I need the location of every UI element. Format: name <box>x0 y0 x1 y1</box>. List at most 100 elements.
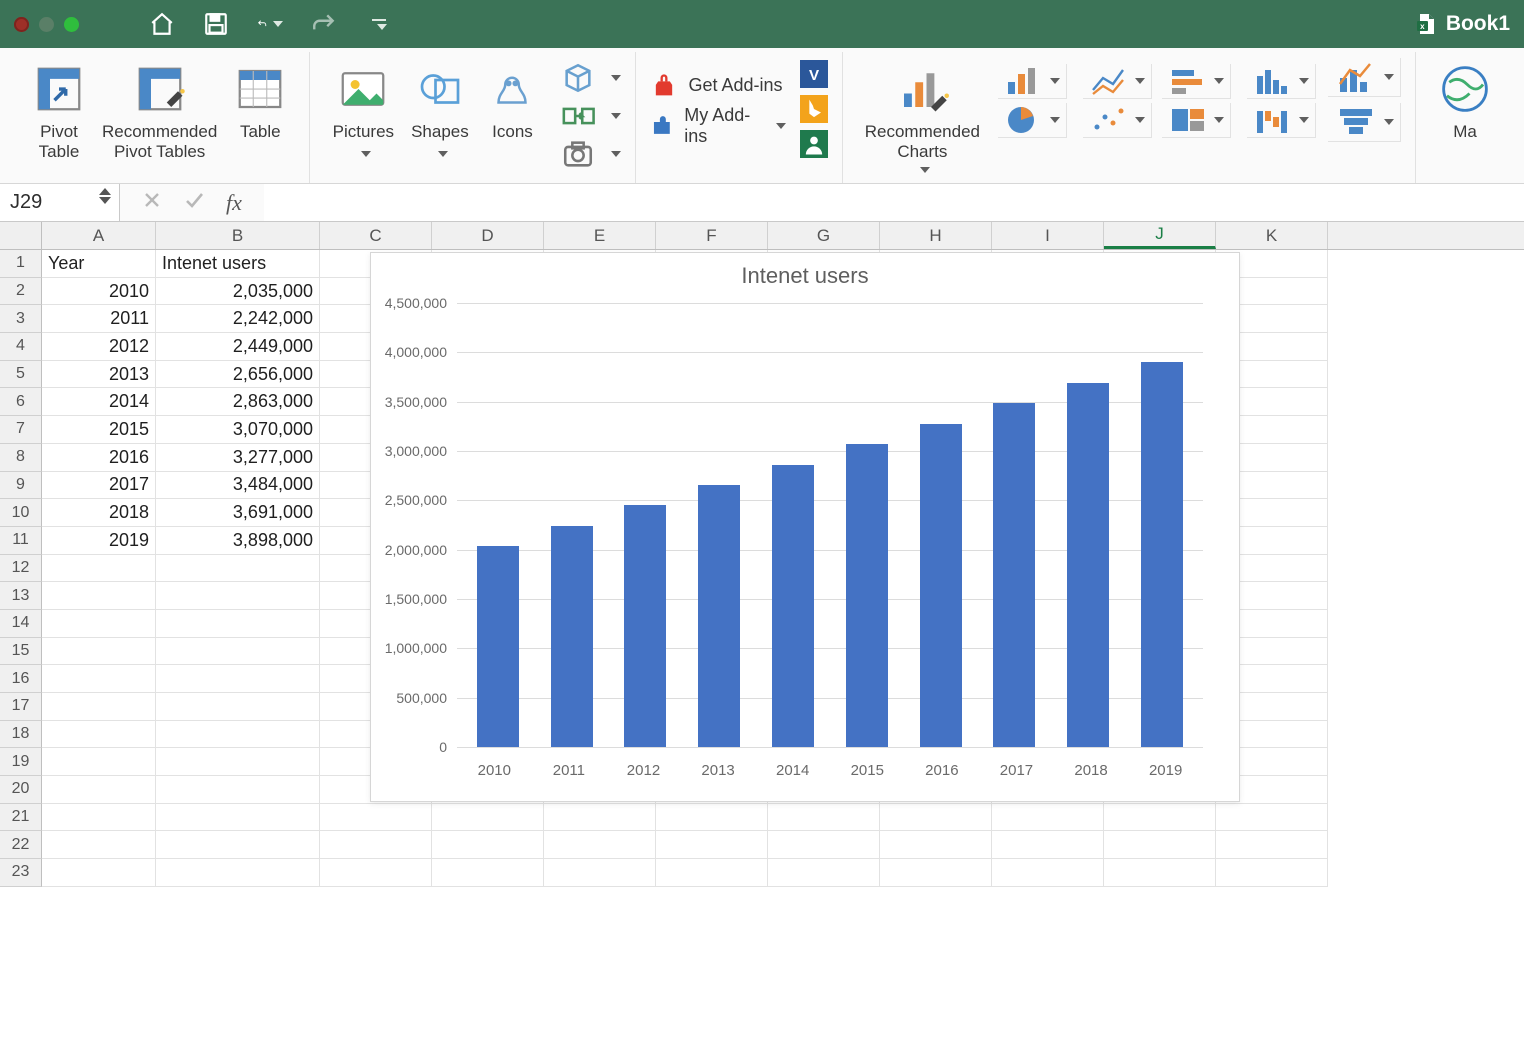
pie-chart-button[interactable] <box>998 103 1067 138</box>
cell-D22[interactable] <box>432 831 544 859</box>
cell-B12[interactable] <box>156 555 320 583</box>
cell-A23[interactable] <box>42 859 156 887</box>
column-header-G[interactable]: G <box>768 222 880 249</box>
qat-customize-icon[interactable] <box>371 19 387 30</box>
row-header[interactable]: 17 <box>0 693 42 721</box>
cell-A9[interactable]: 2017 <box>42 472 156 500</box>
row-header[interactable]: 19 <box>0 748 42 776</box>
cell-A21[interactable] <box>42 804 156 832</box>
cell-D21[interactable] <box>432 804 544 832</box>
cell-I22[interactable] <box>992 831 1104 859</box>
column-header-B[interactable]: B <box>156 222 320 249</box>
cell-E22[interactable] <box>544 831 656 859</box>
row-header[interactable]: 1 <box>0 250 42 278</box>
treemap-button[interactable] <box>1162 103 1231 138</box>
cell-H22[interactable] <box>880 831 992 859</box>
window-close-button[interactable] <box>14 17 29 32</box>
screenshot-button[interactable] <box>559 136 621 172</box>
cell-K21[interactable] <box>1216 804 1328 832</box>
row-header[interactable]: 11 <box>0 527 42 555</box>
row-header[interactable]: 10 <box>0 499 42 527</box>
funnel-chart-button[interactable] <box>1328 103 1401 142</box>
cell-K23[interactable] <box>1216 859 1328 887</box>
cell-B13[interactable] <box>156 582 320 610</box>
cell-B11[interactable]: 3,898,000 <box>156 527 320 555</box>
cell-A14[interactable] <box>42 610 156 638</box>
cell-A5[interactable]: 2013 <box>42 361 156 389</box>
cell-B4[interactable]: 2,449,000 <box>156 333 320 361</box>
cell-C23[interactable] <box>320 859 432 887</box>
cell-A7[interactable]: 2015 <box>42 416 156 444</box>
smartart-button[interactable] <box>559 98 621 134</box>
cell-A10[interactable]: 2018 <box>42 499 156 527</box>
select-all-corner[interactable] <box>0 222 42 249</box>
column-header-D[interactable]: D <box>432 222 544 249</box>
cell-B3[interactable]: 2,242,000 <box>156 305 320 333</box>
cell-A3[interactable]: 2011 <box>42 305 156 333</box>
namebox-down-icon[interactable] <box>99 197 111 204</box>
cell-C21[interactable] <box>320 804 432 832</box>
cell-J23[interactable] <box>1104 859 1216 887</box>
row-header[interactable]: 21 <box>0 804 42 832</box>
cell-B18[interactable] <box>156 721 320 749</box>
row-header[interactable]: 5 <box>0 361 42 389</box>
cell-G22[interactable] <box>768 831 880 859</box>
row-header[interactable]: 6 <box>0 388 42 416</box>
combo-chart-button[interactable] <box>1328 58 1401 97</box>
cell-B21[interactable] <box>156 804 320 832</box>
fx-icon[interactable]: fx <box>226 190 242 216</box>
my-addins-button[interactable]: My Add-ins <box>650 112 785 140</box>
column-header-J[interactable]: J <box>1104 222 1216 249</box>
row-header[interactable]: 20 <box>0 776 42 804</box>
column-header-H[interactable]: H <box>880 222 992 249</box>
cell-A8[interactable]: 2016 <box>42 444 156 472</box>
maps-button[interactable]: Ma <box>1430 58 1500 142</box>
cell-E23[interactable] <box>544 859 656 887</box>
row-header[interactable]: 23 <box>0 859 42 887</box>
recommended-pivot-tables-button[interactable]: Recommended Pivot Tables <box>94 58 225 161</box>
cell-A12[interactable] <box>42 555 156 583</box>
cell-G23[interactable] <box>768 859 880 887</box>
column-header-C[interactable]: C <box>320 222 432 249</box>
cell-A15[interactable] <box>42 638 156 666</box>
cell-A1[interactable]: Year <box>42 250 156 278</box>
cell-I21[interactable] <box>992 804 1104 832</box>
cell-A2[interactable]: 2010 <box>42 278 156 306</box>
visio-addin-icon[interactable]: V <box>800 60 828 93</box>
cell-B10[interactable]: 3,691,000 <box>156 499 320 527</box>
cell-B19[interactable] <box>156 748 320 776</box>
row-header[interactable]: 16 <box>0 665 42 693</box>
cell-B22[interactable] <box>156 831 320 859</box>
cell-B7[interactable]: 3,070,000 <box>156 416 320 444</box>
row-header[interactable]: 8 <box>0 444 42 472</box>
cell-G21[interactable] <box>768 804 880 832</box>
undo-dropdown-icon[interactable] <box>273 21 283 27</box>
row-header[interactable]: 15 <box>0 638 42 666</box>
cell-A18[interactable] <box>42 721 156 749</box>
row-header[interactable]: 13 <box>0 582 42 610</box>
row-header[interactable]: 14 <box>0 610 42 638</box>
cell-B17[interactable] <box>156 693 320 721</box>
cell-F22[interactable] <box>656 831 768 859</box>
cell-B6[interactable]: 2,863,000 <box>156 388 320 416</box>
row-header[interactable]: 9 <box>0 472 42 500</box>
cell-K22[interactable] <box>1216 831 1328 859</box>
cell-C22[interactable] <box>320 831 432 859</box>
cell-D23[interactable] <box>432 859 544 887</box>
cell-B20[interactable] <box>156 776 320 804</box>
scatter-chart-button[interactable] <box>1083 103 1152 138</box>
column-header-F[interactable]: F <box>656 222 768 249</box>
row-header[interactable]: 3 <box>0 305 42 333</box>
row-header[interactable]: 12 <box>0 555 42 583</box>
cell-B2[interactable]: 2,035,000 <box>156 278 320 306</box>
cell-F21[interactable] <box>656 804 768 832</box>
icons-button[interactable]: Icons <box>477 58 547 142</box>
waterfall-button[interactable] <box>1247 103 1316 138</box>
cell-A6[interactable]: 2014 <box>42 388 156 416</box>
enter-formula-icon[interactable] <box>184 190 204 215</box>
embedded-chart[interactable]: Intenet users 0500,0001,000,0001,500,000… <box>370 252 1240 802</box>
cell-A17[interactable] <box>42 693 156 721</box>
cell-I23[interactable] <box>992 859 1104 887</box>
3d-models-button[interactable] <box>559 60 621 96</box>
cell-B16[interactable] <box>156 665 320 693</box>
